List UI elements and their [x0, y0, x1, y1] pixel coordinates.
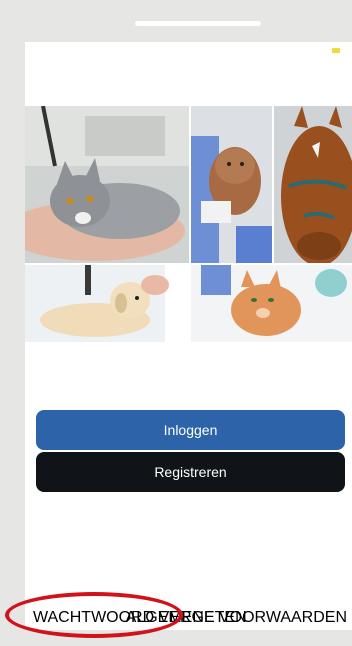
drag-handle: [135, 21, 261, 26]
hero-image-dog: [25, 265, 189, 342]
status-indicator: [332, 48, 340, 53]
hero-image-orange-cat: [191, 265, 352, 342]
login-button-label: Inloggen: [163, 422, 218, 438]
login-button[interactable]: Inloggen: [36, 410, 345, 450]
terms-link[interactable]: ALGEMENE VOORWAARDEN: [126, 609, 347, 627]
top-bar: [25, 6, 352, 42]
hero-collage: [25, 106, 352, 342]
hero-image-puppy: [191, 106, 272, 263]
hero-image-horse: [274, 106, 352, 263]
hero-image-cat: [25, 106, 189, 263]
bottom-strip: [25, 630, 352, 646]
register-button-label: Registreren: [154, 464, 227, 480]
register-button[interactable]: Registreren: [36, 452, 345, 492]
phone-screen: Inloggen Registreren WACHTWOORD VERGETEN…: [25, 6, 352, 646]
